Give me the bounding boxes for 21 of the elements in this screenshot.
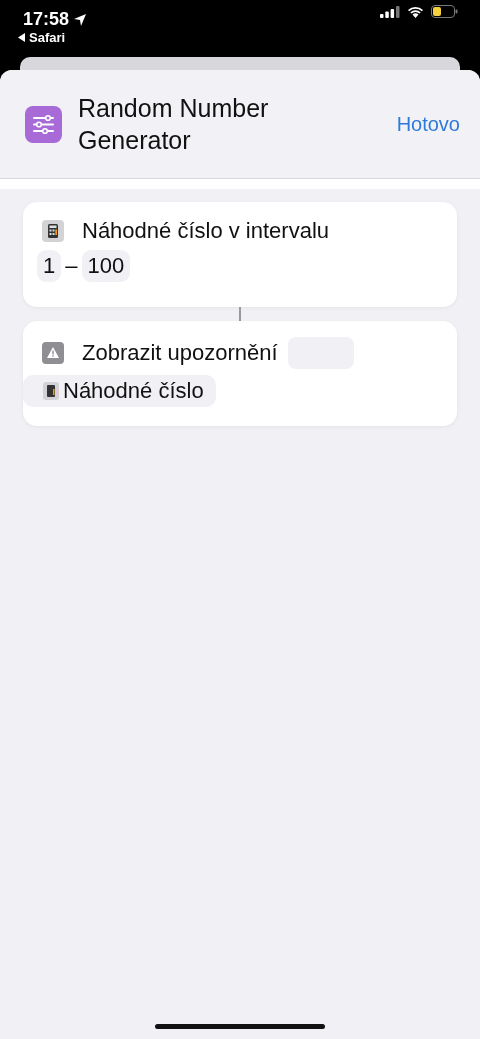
action-title: Náhodné číslo v intervalu (82, 218, 330, 244)
warning-icon (42, 342, 64, 364)
back-link[interactable]: Safari (18, 30, 88, 45)
shortcut-title: Random Number Generator (78, 92, 270, 156)
action-title: Zobrazit upozornění (82, 340, 278, 366)
action-card[interactable]: Zobrazit upozornění Náhodné číslo (23, 321, 457, 426)
sliders-icon (25, 105, 62, 143)
location-arrow-icon (73, 12, 88, 27)
battery-icon (431, 5, 458, 18)
done-button[interactable]: Hotovo (396, 112, 460, 136)
action-card[interactable]: Náhodné číslo v intervalu 1 – 100 (23, 202, 457, 307)
back-triangle-icon (18, 33, 26, 42)
min-value-field[interactable]: 1 (37, 250, 62, 282)
signal-icon (380, 5, 400, 18)
calculator-icon (43, 382, 59, 400)
max-value-field[interactable]: 100 (81, 250, 131, 282)
clock-time: 17:58 (23, 9, 70, 30)
calculator-icon (42, 220, 64, 242)
range-dash: – (65, 253, 78, 279)
wifi-icon (407, 5, 424, 18)
variable-token[interactable]: Náhodné číslo (23, 375, 216, 407)
